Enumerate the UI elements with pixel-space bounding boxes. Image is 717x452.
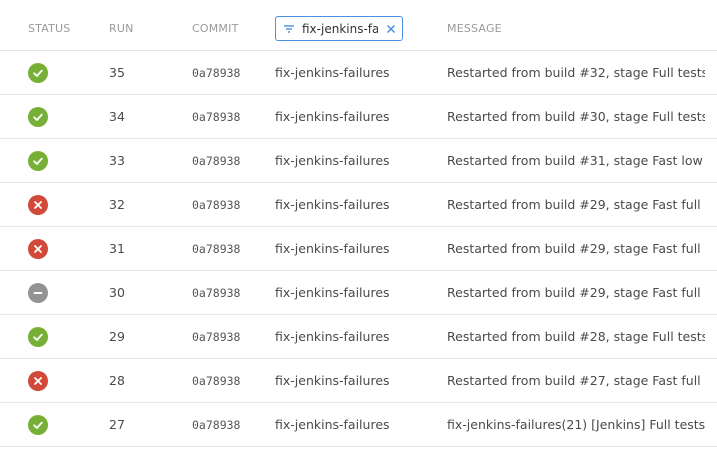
run-number[interactable]: 31 xyxy=(109,227,125,270)
status-cell xyxy=(28,51,48,94)
commit-hash[interactable]: 0a78938 xyxy=(192,359,240,402)
status-cell xyxy=(28,95,48,138)
run-message: fix-jenkins-failures(21) [Jenkins] Full … xyxy=(447,417,705,432)
run-number[interactable]: 28 xyxy=(109,359,125,402)
run-message: Restarted from build #29, stage Fast ful… xyxy=(447,285,705,300)
commit-hash[interactable]: 0a78938 xyxy=(192,227,240,270)
run-message: Restarted from build #29, stage Fast ful… xyxy=(447,197,705,212)
commit-hash[interactable]: 0a78938 xyxy=(192,51,240,94)
table-row[interactable]: 29 0a78938 fix-jenkins-failures Restarted f… xyxy=(0,315,717,359)
branch-name: fix-jenkins-failures xyxy=(275,197,390,212)
commit-hash[interactable]: 0a78938 xyxy=(192,95,240,138)
commit-hash[interactable]: 0a78938 xyxy=(192,271,240,314)
table-row[interactable]: 35 0a78938 fix-jenkins-failures Restarted f… xyxy=(0,51,717,95)
status-failure-icon xyxy=(28,370,48,391)
status-success-icon xyxy=(28,106,48,127)
status-cell xyxy=(28,271,48,314)
status-success-icon xyxy=(28,326,48,347)
branch-name: fix-jenkins-failures xyxy=(275,285,390,300)
status-cell xyxy=(28,227,48,270)
commit-hash[interactable]: 0a78938 xyxy=(192,183,240,226)
status-failure-icon xyxy=(28,194,48,215)
branch-name: fix-jenkins-failures xyxy=(275,241,390,256)
branch-name: fix-jenkins-failures xyxy=(275,329,390,344)
commit-hash[interactable]: 0a78938 xyxy=(192,139,240,182)
run-number[interactable]: 30 xyxy=(109,271,125,314)
branch-name: fix-jenkins-failures xyxy=(275,153,390,168)
table-header: STATUS RUN COMMIT fix-jenkins-failures M… xyxy=(0,0,717,51)
run-message: Restarted from build #28, stage Full tes… xyxy=(447,329,705,344)
table-row[interactable]: 27 0a78938 fix-jenkins-failures fix-jenkins… xyxy=(0,403,717,447)
status-cell xyxy=(28,403,48,446)
status-aborted-icon xyxy=(28,282,48,303)
run-number[interactable]: 34 xyxy=(109,95,125,138)
message-column-header[interactable]: MESSAGE xyxy=(447,22,502,35)
status-cell xyxy=(28,183,48,226)
commit-hash[interactable]: 0a78938 xyxy=(192,315,240,358)
table-row[interactable]: 32 0a78938 fix-jenkins-failures Restarted f… xyxy=(0,183,717,227)
branch-filter[interactable]: fix-jenkins-failures xyxy=(275,16,403,41)
run-message: Restarted from build #29, stage Fast ful… xyxy=(447,241,705,256)
status-success-icon xyxy=(28,150,48,171)
run-number[interactable]: 35 xyxy=(109,51,125,94)
run-column-header[interactable]: RUN xyxy=(109,22,134,35)
table-row[interactable]: 30 0a78938 fix-jenkins-failures Restarted f… xyxy=(0,271,717,315)
status-cell xyxy=(28,315,48,358)
run-number[interactable]: 32 xyxy=(109,183,125,226)
run-number[interactable]: 27 xyxy=(109,403,125,446)
commit-column-header[interactable]: COMMIT xyxy=(192,22,238,35)
branch-name: fix-jenkins-failures xyxy=(275,373,390,388)
run-number[interactable]: 33 xyxy=(109,139,125,182)
status-cell xyxy=(28,139,48,182)
run-message: Restarted from build #30, stage Full tes… xyxy=(447,109,705,124)
clear-filter-icon[interactable] xyxy=(386,24,396,34)
branch-name: fix-jenkins-failures xyxy=(275,65,390,80)
status-cell xyxy=(28,359,48,402)
status-failure-icon xyxy=(28,238,48,259)
status-success-icon xyxy=(28,414,48,435)
status-success-icon xyxy=(28,62,48,83)
table-row[interactable]: 34 0a78938 fix-jenkins-failures Restarted f… xyxy=(0,95,717,139)
table-row[interactable]: 31 0a78938 fix-jenkins-failures Restarted f… xyxy=(0,227,717,271)
branch-name: fix-jenkins-failures xyxy=(275,109,390,124)
filter-icon xyxy=(284,24,294,33)
run-message: Restarted from build #27, stage Fast ful… xyxy=(447,373,705,388)
run-number[interactable]: 29 xyxy=(109,315,125,358)
table-body: 35 0a78938 fix-jenkins-failures Restarted f… xyxy=(0,51,717,447)
commit-hash[interactable]: 0a78938 xyxy=(192,403,240,446)
run-message: Restarted from build #32, stage Full tes… xyxy=(447,65,705,80)
status-column-header[interactable]: STATUS xyxy=(28,22,70,35)
branch-name: fix-jenkins-failures xyxy=(275,417,390,432)
table-row[interactable]: 28 0a78938 fix-jenkins-failures Restarted f… xyxy=(0,359,717,403)
runs-table: STATUS RUN COMMIT fix-jenkins-failures M… xyxy=(0,0,717,447)
run-message: Restarted from build #31, stage Fast low… xyxy=(447,153,705,168)
branch-filter-input[interactable]: fix-jenkins-failures xyxy=(302,22,378,36)
table-row[interactable]: 33 0a78938 fix-jenkins-failures Restarted f… xyxy=(0,139,717,183)
